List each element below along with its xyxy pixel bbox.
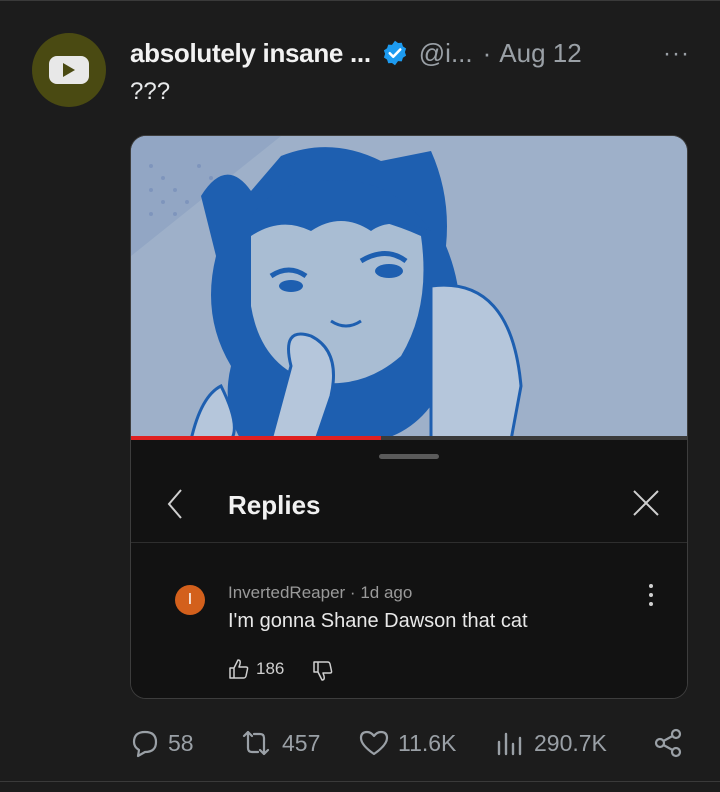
comment-time: 1d ago bbox=[360, 583, 413, 602]
tweet-header: absolutely insane ... @i... · Aug 12 ··· bbox=[130, 36, 690, 70]
repost-count: 457 bbox=[282, 729, 321, 756]
sheet-divider bbox=[131, 542, 687, 543]
author-name[interactable]: absolutely insane ... bbox=[130, 38, 371, 69]
verified-badge-icon bbox=[383, 40, 406, 66]
top-divider bbox=[0, 0, 720, 1]
close-icon[interactable] bbox=[629, 486, 663, 520]
views-button[interactable]: 290.7K bbox=[494, 726, 607, 760]
reply-count: 58 bbox=[168, 729, 194, 756]
tweet-text: ??? bbox=[130, 78, 171, 105]
sheet-drag-handle[interactable] bbox=[379, 454, 439, 459]
tweet-date[interactable]: Aug 12 bbox=[499, 38, 581, 69]
share-button[interactable] bbox=[652, 726, 692, 760]
back-arrow-icon[interactable] bbox=[161, 484, 189, 524]
more-options-icon[interactable]: ··· bbox=[663, 40, 690, 68]
commenter-avatar[interactable]: I bbox=[175, 585, 205, 615]
repost-button[interactable]: 457 bbox=[238, 726, 320, 760]
youtube-logo-icon bbox=[49, 56, 89, 84]
thumbs-up-icon[interactable] bbox=[228, 658, 250, 680]
reply-button[interactable]: 58 bbox=[130, 726, 194, 760]
comment-like-count: 186 bbox=[256, 659, 285, 678]
comment-separator: · bbox=[349, 583, 361, 602]
like-count: 11.6K bbox=[398, 729, 457, 756]
repost-icon bbox=[242, 730, 270, 756]
comment-username[interactable]: InvertedReaper bbox=[228, 583, 345, 602]
comment-text: I'm gonna Shane Dawson that cat bbox=[228, 610, 528, 632]
media-attachment[interactable]: Replies I InvertedReaper · 1d ago I'm go… bbox=[130, 135, 688, 699]
like-button[interactable]: 11.6K bbox=[358, 726, 456, 760]
thumbs-down-icon[interactable] bbox=[312, 660, 334, 682]
replies-title: Replies bbox=[228, 490, 321, 520]
views-chart-icon bbox=[497, 732, 522, 756]
heart-icon bbox=[359, 730, 389, 756]
reply-icon bbox=[132, 730, 158, 758]
cat-girl-illustration bbox=[131, 136, 687, 440]
replies-sheet: Replies I InvertedReaper · 1d ago I'm go… bbox=[131, 440, 687, 698]
author-avatar[interactable] bbox=[32, 33, 106, 107]
author-handle[interactable]: @i... bbox=[419, 38, 473, 69]
tweet-actions: 58 457 11.6K 290.7K bbox=[130, 726, 690, 760]
comment-meta: InvertedReaper · 1d ago bbox=[228, 583, 412, 603]
comment-more-icon[interactable] bbox=[645, 582, 657, 608]
bottom-divider bbox=[0, 781, 720, 782]
share-icon bbox=[654, 728, 682, 758]
views-count: 290.7K bbox=[534, 729, 607, 756]
separator-dot: · bbox=[482, 37, 492, 68]
